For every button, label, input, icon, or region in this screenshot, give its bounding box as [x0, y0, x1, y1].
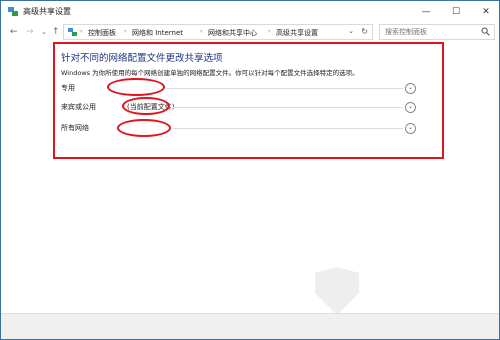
search-input[interactable]	[379, 24, 495, 40]
chevron-down-icon[interactable]: ⌄	[405, 83, 416, 94]
profile-guest-public-label[interactable]: 来宾或公用	[61, 102, 96, 112]
close-button[interactable]: ✕	[471, 1, 499, 23]
advanced-sharing-window: 高级共享设置 — ☐ ✕ ← → ⌄ ↑ › 控制面板 › 网络和 Intern…	[0, 0, 500, 340]
up-button[interactable]: ↑	[52, 27, 60, 38]
divider	[167, 88, 403, 89]
footer-bar	[1, 313, 499, 339]
breadcrumb-separator: ›	[268, 28, 271, 35]
address-bar[interactable]: › 控制面板 › 网络和 Internet › 网络和共享中心 › 高级共享设置…	[63, 24, 373, 40]
refresh-icon[interactable]: ↻	[361, 27, 368, 36]
forward-button[interactable]: →	[26, 27, 34, 38]
profile-all-networks-label[interactable]: 所有网络	[61, 123, 89, 133]
breadcrumb-network-internet[interactable]: 网络和 Internet	[132, 28, 183, 38]
control-panel-icon	[68, 28, 77, 36]
chevron-down-icon[interactable]: ⌄	[405, 102, 416, 113]
profile-private-label[interactable]: 专用	[61, 83, 75, 93]
divider	[173, 128, 403, 129]
maximize-button[interactable]: ☐	[441, 1, 471, 23]
breadcrumb-separator: ›	[80, 28, 83, 35]
breadcrumb-separator: ›	[124, 28, 127, 35]
highlight-ellipse	[107, 78, 165, 96]
address-dropdown-icon[interactable]: ⌄	[348, 27, 354, 35]
page-heading: 针对不同的网络配置文件更改共享选项	[61, 53, 223, 64]
recent-locations-button[interactable]: ⌄	[41, 27, 47, 38]
divider	[173, 107, 403, 108]
network-sharing-icon	[8, 7, 18, 16]
breadcrumb-advanced-sharing[interactable]: 高级共享设置	[276, 28, 318, 38]
breadcrumb-separator: ›	[200, 28, 203, 35]
title-bar: 高级共享设置 — ☐ ✕	[1, 1, 499, 23]
window-title: 高级共享设置	[23, 7, 71, 16]
breadcrumb-control-panel[interactable]: 控制面板	[88, 28, 116, 38]
minimize-button[interactable]: —	[411, 1, 441, 23]
search-icon[interactable]	[481, 27, 490, 36]
chevron-down-icon[interactable]: ⌄	[405, 123, 416, 134]
highlight-ellipse	[117, 119, 171, 137]
breadcrumb-network-sharing-center[interactable]: 网络和共享中心	[208, 28, 257, 38]
watermark-logo	[315, 267, 359, 315]
highlight-ellipse	[122, 97, 170, 115]
page-description: Windows 为你所使用的每个网络创建单独的网络配置文件。你可以针对每个配置文…	[61, 69, 359, 77]
back-button[interactable]: ←	[10, 27, 18, 38]
